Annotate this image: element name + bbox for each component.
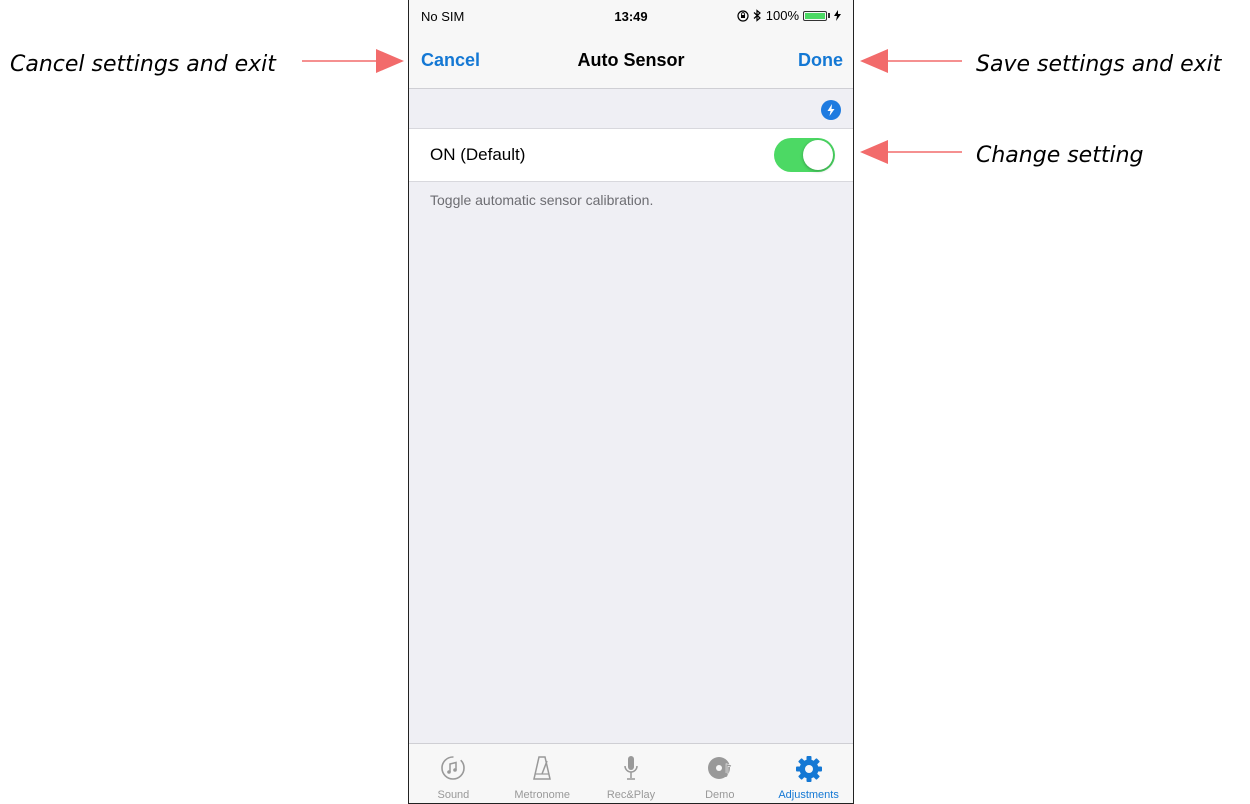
tab-sound[interactable]: Sound: [409, 744, 498, 803]
disc-icon: [707, 757, 732, 779]
tab-bar: Sound Metronome Rec&Play Demo Adjustment…: [409, 743, 853, 803]
page-title: Auto Sensor: [577, 50, 685, 70]
tab-label-rec-play: Rec&Play: [606, 789, 656, 801]
battery-tip: [828, 13, 830, 18]
arrow-to-toggle: [860, 140, 962, 164]
tab-label-sound: Sound: [437, 789, 470, 801]
setting-label: ON (Default): [430, 145, 526, 164]
auto-sensor-toggle[interactable]: [774, 138, 835, 172]
status-bar: No SIM 13:49 100%: [409, 0, 853, 34]
metronome-icon: [533, 756, 552, 780]
microphone-icon: [624, 756, 638, 780]
annotation-cancel: Cancel settings and exit: [10, 52, 276, 77]
arrow-to-done: [860, 49, 962, 73]
done-button[interactable]: Done: [798, 50, 843, 71]
tab-adjustments[interactable]: Adjustments: [764, 744, 853, 803]
battery-icon: [803, 10, 827, 21]
setting-description: Toggle automatic sensor calibration.: [430, 192, 654, 208]
phone-screen: No SIM 13:49 100% Cancel Auto Sensor Don…: [408, 0, 854, 804]
annotation-done: Save settings and exit: [976, 52, 1222, 77]
bluetooth-connection-icon: [821, 100, 841, 120]
gear-icon: [795, 756, 822, 782]
charging-bolt-icon: [834, 10, 841, 21]
tab-label-demo: Demo: [705, 789, 735, 801]
tab-rec-play[interactable]: Rec&Play: [587, 744, 676, 803]
tab-demo[interactable]: Demo: [675, 744, 764, 803]
setting-row: ON (Default): [409, 128, 853, 182]
sound-icon: [441, 756, 466, 780]
annotation-toggle: Change setting: [976, 143, 1144, 168]
toggle-knob: [803, 140, 833, 170]
tab-metronome[interactable]: Metronome: [498, 744, 587, 803]
orientation-lock-icon: [737, 9, 749, 22]
navigation-bar: Cancel Auto Sensor Done: [409, 34, 853, 89]
battery-percent: 100%: [765, 8, 799, 23]
arrow-to-cancel: [302, 49, 404, 73]
status-indicators: 100%: [737, 8, 841, 23]
tab-label-adjustments: Adjustments: [778, 789, 839, 801]
bluetooth-icon: [753, 9, 761, 22]
tab-label-metronome: Metronome: [514, 789, 571, 801]
